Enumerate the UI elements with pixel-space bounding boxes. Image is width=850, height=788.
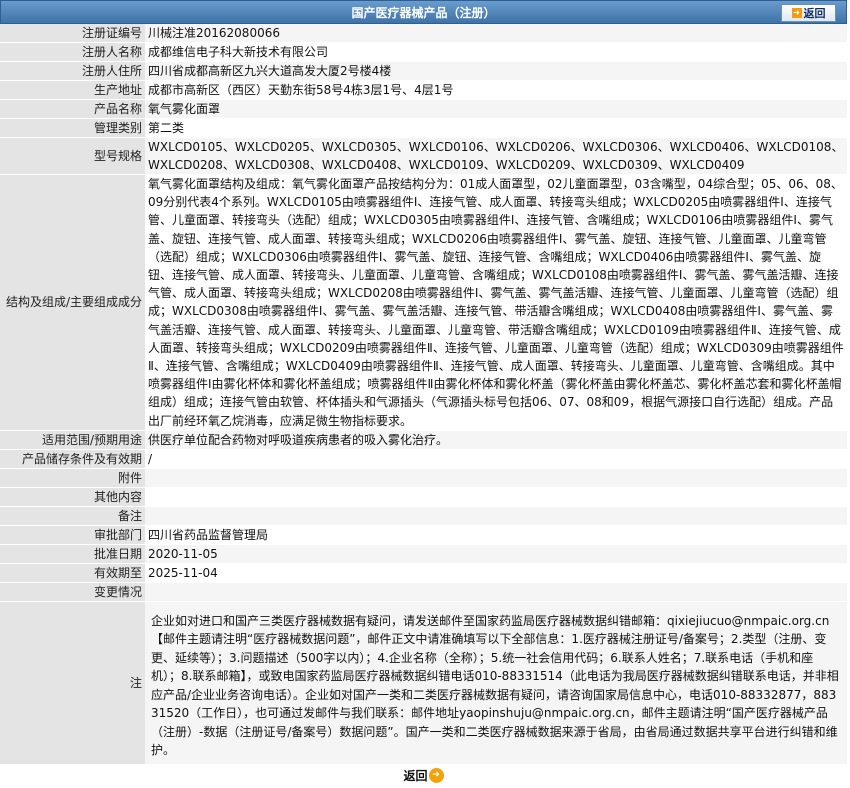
row-value: 氧气雾化面罩	[145, 99, 847, 119]
row-label: 其他内容	[0, 487, 145, 507]
row-label: 产品名称	[0, 99, 145, 119]
table-row: 注册人住所 四川省成都高新区九兴大道高发大厦2号楼4楼	[0, 61, 847, 81]
row-value: 四川省成都高新区九兴大道高发大厦2号楼4楼	[145, 61, 847, 81]
row-value: 成都市高新区（西区）天勤东街58号4栋3层1号、4层1号	[145, 80, 847, 100]
row-label: 审批部门	[0, 525, 145, 545]
row-value: 川械注准20162080066	[145, 24, 847, 43]
note-text: 企业如对进口和国产三类医疗器械数据有疑问，请发送邮件至国家药监局医疗器械数据纠错…	[151, 613, 839, 758]
title-bar: 国产医疗器械产品（注册） ➜ 返回	[0, 0, 847, 24]
table-row: 有效期至 2025-11-04	[0, 563, 847, 583]
row-label: 适用范围/预期用途	[0, 430, 145, 450]
row-label: 注册证编号	[0, 24, 145, 43]
back-button-top-label: 返回	[803, 7, 826, 20]
row-value: 2025-11-04	[145, 563, 847, 583]
table-row: 管理类别 第二类	[0, 118, 847, 138]
table-row: 变更情况	[0, 582, 847, 602]
info-table: 注册证编号 川械注准20162080066 注册人名称 成都维信电子科大新技术有限公司…	[0, 24, 847, 788]
row-value: WXLCD0105、WXLCD0205、WXLCD0305、WXLCD0106、…	[145, 137, 847, 175]
row-value	[145, 487, 847, 507]
footer: 返回 ➜	[3, 765, 844, 787]
page: 国产医疗器械产品（注册） ➜ 返回 注册证编号 川械注准20162080066 注册…	[0, 0, 850, 788]
table-row: 审批部门 四川省药品监督管理局	[0, 525, 847, 545]
row-value: 氧气雾化面罩结构及组成：氧气雾化面罩产品按结构分为：01成人面罩型，02儿童面罩…	[145, 174, 847, 431]
table-row: 结构及组成/主要组成成分 氧气雾化面罩结构及组成：氧气雾化面罩产品按结构分为：01…	[0, 174, 847, 431]
row-label: 注册人住所	[0, 61, 145, 81]
table-row: 产品名称 氧气雾化面罩	[0, 99, 847, 119]
row-value: 供医疗单位配合药物对呼吸道疾病患者的吸入雾化治疗。	[145, 430, 847, 450]
table-row: 备注	[0, 506, 847, 526]
table-row: 批准日期 2020-11-05	[0, 544, 847, 564]
note-row: 注企业如对进口和国产三类医疗器械数据有疑问，请发送邮件至国家药监局医疗器械数据纠…	[0, 601, 847, 765]
row-label: 注册人名称	[0, 42, 145, 62]
row-value: 成都维信电子科大新技术有限公司	[145, 42, 847, 62]
row-label: 备注	[0, 506, 145, 526]
table-row: 其他内容	[0, 487, 847, 507]
table-row: 附件	[0, 468, 847, 488]
footer-cell: 返回 ➜	[0, 764, 847, 788]
row-value: /	[145, 449, 847, 469]
back-button-top[interactable]: ➜ 返回	[781, 4, 836, 22]
row-label: 产品储存条件及有效期	[0, 449, 145, 469]
row-value: 第二类	[145, 118, 847, 138]
row-label: 生产地址	[0, 80, 145, 100]
arrow-right-circle-icon: ➜	[428, 768, 444, 784]
row-label: 批准日期	[0, 544, 145, 564]
row-value: 2020-11-05	[145, 544, 847, 564]
table-row: 型号规格 WXLCD0105、WXLCD0205、WXLCD0305、WXLCD0…	[0, 137, 847, 175]
row-label: 附件	[0, 468, 145, 488]
row-label: 有效期至	[0, 563, 145, 583]
table-row: 注册证编号 川械注准20162080066	[0, 24, 847, 43]
row-label: 变更情况	[0, 582, 145, 602]
page-title: 国产医疗器械产品（注册）	[351, 6, 496, 20]
row-value	[145, 506, 847, 526]
arrow-right-icon: ➜	[791, 8, 802, 18]
table-row: 适用范围/预期用途 供医疗单位配合药物对呼吸道疾病患者的吸入雾化治疗。	[0, 430, 847, 450]
row-value: 四川省药品监督管理局	[145, 525, 847, 545]
row-label: 结构及组成/主要组成成分	[0, 174, 145, 431]
table-row: 生产地址 成都市高新区（西区）天勤东街58号4栋3层1号、4层1号	[0, 80, 847, 100]
table-row: 产品储存条件及有效期 /	[0, 449, 847, 469]
table-row: 注册人名称 成都维信电子科大新技术有限公司	[0, 42, 847, 62]
row-label: 管理类别	[0, 118, 145, 138]
row-value	[145, 468, 847, 488]
note-value: 企业如对进口和国产三类医疗器械数据有疑问，请发送邮件至国家药监局医疗器械数据纠错…	[145, 601, 847, 765]
note-label: 注	[0, 601, 145, 765]
row-value	[145, 582, 847, 602]
row-label: 型号规格	[0, 137, 145, 175]
footer-row: 返回 ➜	[0, 764, 847, 788]
